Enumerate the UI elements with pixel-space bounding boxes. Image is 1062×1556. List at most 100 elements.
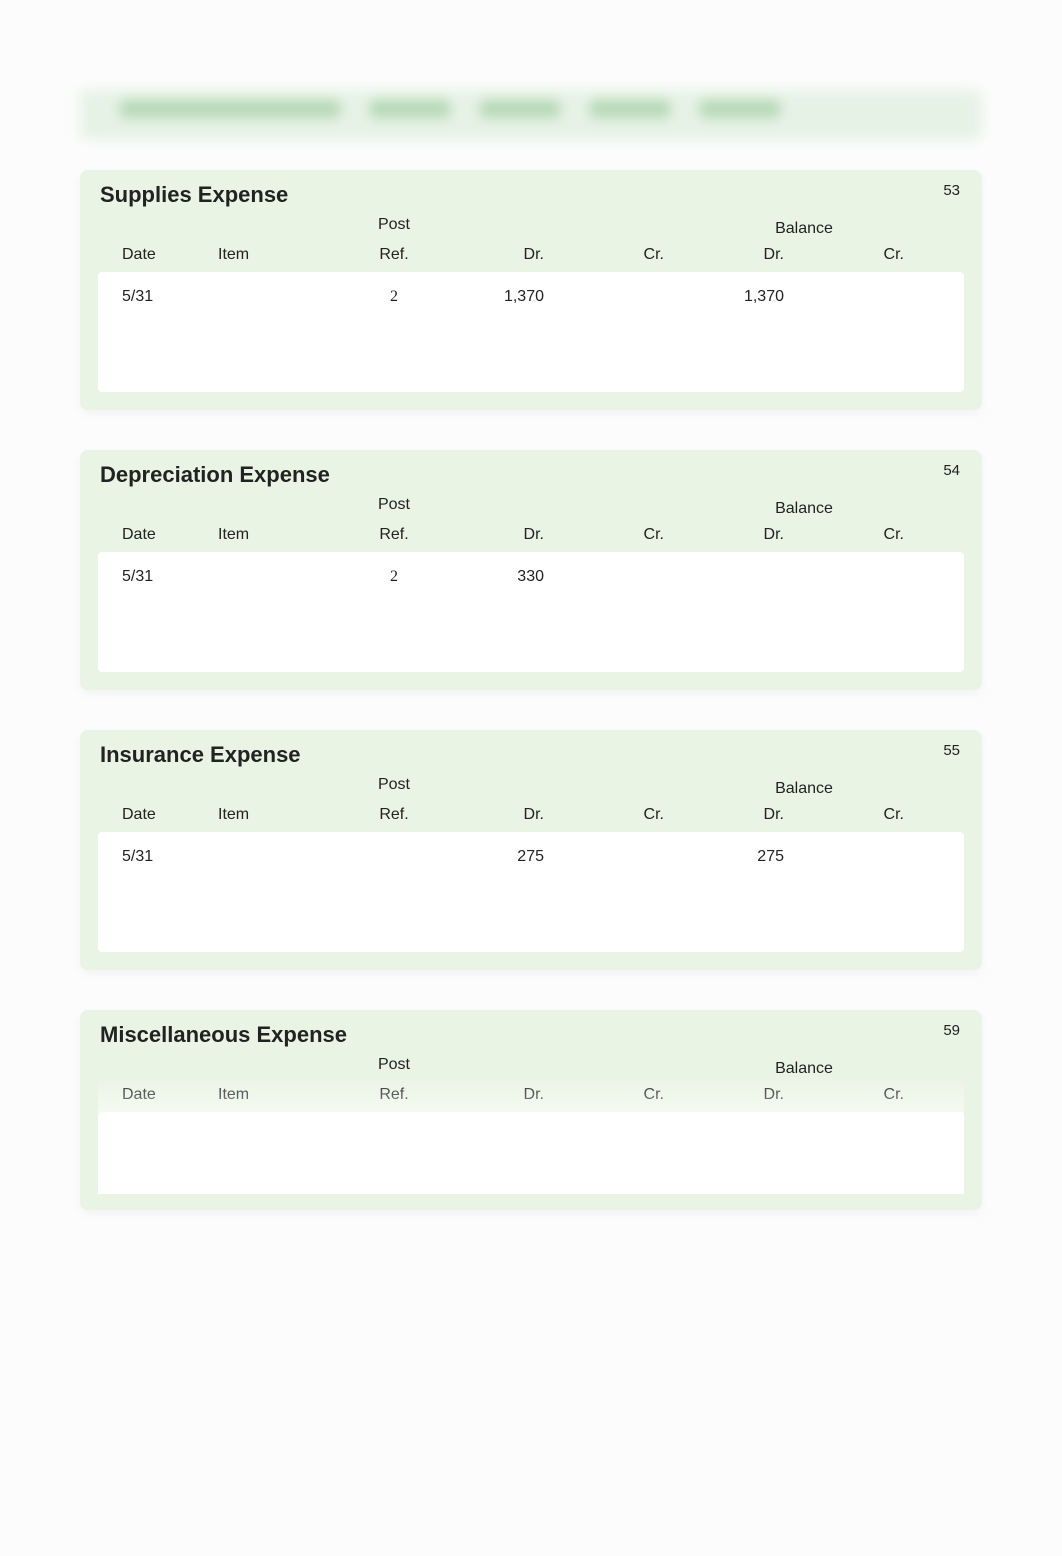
ledger-account: Supplies Expense53PostBalanceDateItemRef… <box>80 170 982 410</box>
col-balance-cr: Cr. <box>804 1084 924 1106</box>
ledger-header: DateItemRef.Dr.Cr.Dr.Cr. <box>98 524 964 552</box>
account-number: 55 <box>943 742 960 759</box>
cell-dr: 1,370 <box>444 286 564 308</box>
cell-postref <box>344 846 444 868</box>
top-blurred-bar <box>80 90 982 140</box>
cell-balance-dr: 275 <box>684 846 804 868</box>
ledger-header: DateItemRef.Dr.Cr.Dr.Cr. <box>98 1084 964 1112</box>
cell-item <box>214 566 344 588</box>
cell-balance-cr <box>804 1126 924 1130</box>
ledger-row: 5/3121,3701,370 <box>98 276 964 318</box>
ledger-rows <box>98 1112 964 1192</box>
col-balance-dr: Dr. <box>684 1084 804 1106</box>
cell-balance-dr <box>684 608 804 612</box>
cell-postref <box>344 1126 444 1130</box>
ledger-account: Miscellaneous Expense59PostBalanceDateIt… <box>80 1010 982 1210</box>
cell-item <box>214 328 344 332</box>
cell-dr: 275 <box>444 846 564 868</box>
cell-cr <box>564 846 684 868</box>
ledger-row <box>98 598 964 622</box>
cell-balance-cr <box>804 846 924 868</box>
cell-balance-cr <box>804 608 924 612</box>
ledger-row <box>98 318 964 342</box>
col-postref-top: Post <box>344 774 444 796</box>
ledger-header-group: Post Balance <box>98 490 964 524</box>
col-balance-group: Balance <box>684 778 924 800</box>
ledger-header: DateItemRef.Dr.Cr.Dr.Cr. <box>98 804 964 832</box>
cell-item <box>214 846 344 868</box>
col-cr: Cr. <box>564 524 684 546</box>
col-dr: Dr. <box>444 524 564 546</box>
col-postref-top: Post <box>344 214 444 236</box>
ledger-rows: 5/3121,3701,370 <box>98 272 964 392</box>
cell-dr <box>444 888 564 892</box>
ledger-title: Supplies Expense <box>98 176 964 210</box>
ledger-title: Depreciation Expense <box>98 456 964 490</box>
cell-balance-dr <box>684 328 804 332</box>
cell-date <box>104 1126 214 1130</box>
col-balance-cr: Cr. <box>804 524 924 546</box>
col-balance-cr: Cr. <box>804 804 924 826</box>
cell-cr <box>564 286 684 308</box>
col-balance-group: Balance <box>684 498 924 520</box>
account-number: 54 <box>943 462 960 479</box>
col-date: Date <box>104 804 214 826</box>
cell-balance-dr <box>684 1126 804 1130</box>
cell-date <box>104 328 214 332</box>
cell-date <box>104 608 214 612</box>
cell-item <box>214 1150 344 1154</box>
cell-balance-cr <box>804 328 924 332</box>
cell-balance-cr <box>804 286 924 308</box>
ledger-row: 5/31 2330 <box>98 556 964 598</box>
cell-item <box>214 286 344 308</box>
ledger-header: DateItemRef.Dr.Cr.Dr.Cr. <box>98 244 964 272</box>
col-balance-dr: Dr. <box>684 524 804 546</box>
cell-item <box>214 1126 344 1130</box>
ledger-row <box>98 1116 964 1140</box>
cell-balance-dr <box>684 566 804 588</box>
col-dr: Dr. <box>444 1084 564 1106</box>
cell-balance-cr <box>804 1150 924 1154</box>
cell-postref <box>344 328 444 332</box>
col-postref: Ref. <box>344 804 444 826</box>
ledger-rows: 5/31 275 275 <box>98 832 964 952</box>
account-number: 53 <box>943 182 960 199</box>
ledger-row <box>98 878 964 902</box>
cell-dr <box>444 328 564 332</box>
cell-postref <box>344 608 444 612</box>
cell-cr <box>564 328 684 332</box>
col-dr: Dr. <box>444 804 564 826</box>
col-item: Item <box>214 804 344 826</box>
col-postref: Ref. <box>344 244 444 266</box>
cell-balance-cr <box>804 566 924 588</box>
cell-dr: 330 <box>444 566 564 588</box>
cell-balance-dr <box>684 1150 804 1154</box>
col-balance-group: Balance <box>684 1058 924 1080</box>
col-cr: Cr. <box>564 244 684 266</box>
ledger-header-group: PostBalance <box>98 210 964 244</box>
cell-date <box>104 1150 214 1154</box>
cell-balance-dr: 1,370 <box>684 286 804 308</box>
cell-item <box>214 608 344 612</box>
cell-postref: 2 <box>344 566 444 588</box>
cell-postref: 2 <box>344 286 444 308</box>
cell-date <box>104 888 214 892</box>
cell-dr <box>444 1126 564 1130</box>
col-date: Date <box>104 524 214 546</box>
cell-balance-cr <box>804 888 924 892</box>
cell-date: 5/31 <box>104 846 214 868</box>
col-balance-cr: Cr. <box>804 244 924 266</box>
account-number: 59 <box>943 1022 960 1039</box>
cell-date: 5/31 <box>104 566 214 588</box>
cell-postref <box>344 888 444 892</box>
col-date: Date <box>104 1084 214 1106</box>
ledger-row <box>98 1140 964 1164</box>
col-postref: Ref. <box>344 524 444 546</box>
cell-cr <box>564 1126 684 1130</box>
col-cr: Cr. <box>564 1084 684 1106</box>
cell-date: 5/31 <box>104 286 214 308</box>
ledger-header-group: PostBalance <box>98 1050 964 1084</box>
ledger-account: Insurance Expense55PostBalanceDateItemRe… <box>80 730 982 970</box>
col-balance-dr: Dr. <box>684 244 804 266</box>
col-postref-top: Post <box>344 494 444 516</box>
